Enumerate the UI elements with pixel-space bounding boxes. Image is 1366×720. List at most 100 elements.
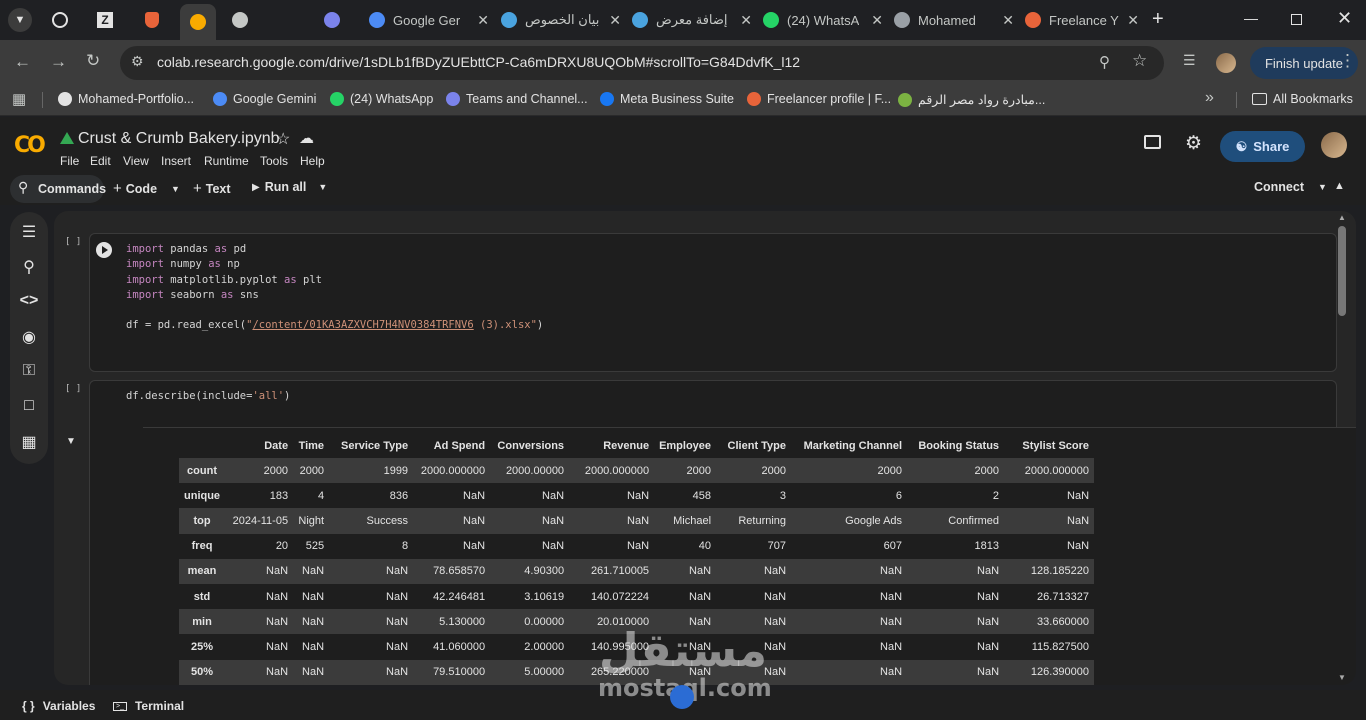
all-bookmarks-folder[interactable]: All Bookmarks — [1252, 92, 1353, 106]
zendesk-icon[interactable]: Z — [97, 12, 113, 28]
chevron-down-icon[interactable]: ▼ — [171, 184, 180, 194]
star-icon[interactable]: ☆ — [276, 129, 290, 149]
table-row: unique 183 4 836 NaN NaN NaN 458 3 6 2 NaN — [179, 483, 1094, 508]
terminal-button[interactable]: >_ Terminal — [113, 699, 184, 713]
menu-edit[interactable]: Edit — [90, 154, 111, 168]
scroll-up-icon[interactable]: ▲ — [1338, 213, 1346, 222]
column-header: Ad Spend — [433, 440, 486, 452]
close-tab-icon[interactable]: ✕ — [740, 12, 752, 29]
menu-tools[interactable]: Tools — [260, 154, 288, 168]
column-header: Conversions — [497, 440, 565, 452]
bookmark-item[interactable]: Google Gemini — [213, 92, 316, 106]
close-tab-icon[interactable]: ✕ — [477, 12, 489, 29]
browser-tab[interactable]: بيان الخصوص ✕ — [499, 6, 621, 34]
media-controls-icon[interactable]: ☰ — [1183, 52, 1196, 69]
bookmark-item[interactable]: مبادرة رواد مصر الرقم... — [898, 92, 1045, 107]
share-button[interactable]: ☯ Share — [1220, 131, 1305, 162]
code-cell[interactable]: import pandas as pd import numpy as np i… — [89, 233, 1337, 372]
close-tab-icon[interactable]: ✕ — [1127, 12, 1139, 29]
forward-arrow-icon[interactable]: → — [50, 52, 67, 72]
browser-tab[interactable]: Mohamed ✕ — [892, 6, 1014, 34]
secrets-key-icon[interactable]: ⚿ — [19, 362, 39, 382]
table-cell: 5.00000 — [490, 659, 570, 685]
new-tab-button[interactable]: + — [1152, 8, 1164, 31]
blue-circle-icon — [632, 12, 648, 28]
profile-avatar[interactable] — [1216, 53, 1236, 73]
colab-logo[interactable]: CO — [14, 133, 46, 158]
account-avatar[interactable] — [1321, 132, 1347, 158]
settings-gear-icon[interactable]: ⚙ — [1185, 132, 1202, 155]
tab-search-button[interactable]: ▼ — [8, 8, 32, 32]
minimize-button[interactable]: — — [1244, 10, 1258, 26]
browser-tab[interactable]: (24) WhatsA ✕ — [761, 6, 883, 34]
notebook-scrollbar[interactable] — [1338, 226, 1346, 316]
browser-tab[interactable] — [230, 6, 266, 34]
code-editor[interactable]: import pandas as pd import numpy as np i… — [126, 242, 543, 334]
scroll-down-icon[interactable]: ▼ — [1338, 673, 1346, 682]
more-menu-icon[interactable]: ⋮ — [1339, 51, 1356, 71]
menu-help[interactable]: Help — [300, 154, 325, 168]
run-cell-button[interactable] — [96, 242, 112, 258]
back-arrow-icon[interactable]: ← — [14, 52, 31, 72]
tab-title: Freelance Y — [1049, 12, 1119, 28]
more-bookmarks-icon[interactable]: » — [1205, 89, 1214, 107]
zoom-search-icon[interactable]: ⚲ — [1099, 53, 1110, 71]
close-tab-icon[interactable]: ✕ — [1002, 12, 1014, 29]
drive-icon — [60, 132, 74, 144]
connect-label: Connect — [1254, 180, 1304, 194]
browser-tab[interactable] — [180, 4, 216, 40]
collapse-header-icon[interactable]: ▲ — [1334, 180, 1345, 192]
table-cell: NaN — [907, 609, 1005, 635]
chatgpt-icon[interactable] — [52, 12, 68, 28]
chevron-down-icon[interactable]: ▼ — [318, 182, 327, 192]
chevron-down-icon[interactable]: ▼ — [1318, 182, 1327, 192]
variables-button[interactable]: { } Variables — [22, 699, 95, 713]
restore-button[interactable] — [1291, 14, 1302, 25]
browser-tab[interactable]: إضافة معرض ✕ — [630, 6, 752, 34]
files-folder-icon[interactable]: □ — [19, 397, 39, 417]
address-bar[interactable]: ⚙ colab.research.google.com/drive/1sDLb1… — [120, 46, 1164, 80]
menu-file[interactable]: File — [60, 154, 79, 168]
table-cell: NaN — [907, 558, 1005, 584]
add-text-button[interactable]: + Text — [193, 180, 231, 197]
variable-inspector-icon[interactable]: ◉ — [19, 327, 39, 347]
close-tab-icon[interactable]: ✕ — [871, 12, 883, 29]
menu-view[interactable]: View — [123, 154, 149, 168]
brave-icon[interactable] — [145, 12, 159, 28]
bookmark-item[interactable]: Meta Business Suite — [600, 92, 734, 106]
commands-button[interactable]: ⚲ Commands — [10, 175, 106, 203]
data-table-icon[interactable]: ▦ — [19, 432, 39, 452]
colab-logo-icon — [190, 14, 206, 30]
browser-tab[interactable]: Freelance Y ✕ — [1023, 6, 1139, 34]
run-all-button[interactable]: ▶ Run all ▼ — [252, 180, 327, 194]
code-editor[interactable]: df.describe(include='all') — [126, 389, 290, 404]
apps-grid-icon[interactable]: ▦ — [12, 90, 26, 108]
table-row: freq 20 525 8 NaN NaN NaN 40 707 607 1813 NaN — [179, 534, 1094, 559]
close-tab-icon[interactable]: ✕ — [609, 12, 621, 29]
bookmark-item[interactable]: Mohamed-Portfolio... — [58, 92, 194, 106]
url-text[interactable]: colab.research.google.com/drive/1sDLb1fB… — [157, 54, 800, 70]
bookmark-item[interactable]: Teams and Channel... — [446, 92, 588, 106]
cloud-saved-icon[interactable]: ☁ — [299, 129, 314, 147]
connect-button[interactable]: Connect ▼ — [1254, 180, 1327, 194]
code-snippets-icon[interactable]: <> — [19, 292, 39, 312]
comment-icon[interactable] — [1144, 135, 1161, 149]
play-icon: ▶ — [252, 181, 260, 193]
table-cell: 6 — [895, 489, 903, 502]
notebook-title[interactable]: Crust & Crumb Bakery.ipynb — [78, 130, 280, 148]
close-window-button[interactable]: ✕ — [1337, 8, 1352, 29]
site-settings-icon[interactable]: ⚙ — [131, 53, 144, 70]
table-of-contents-icon[interactable]: ☰ — [19, 222, 39, 242]
find-replace-icon[interactable]: ⚲ — [19, 257, 39, 277]
bookmark-item[interactable]: Freelancer profile | F... — [747, 92, 891, 106]
browser-tab[interactable] — [322, 6, 358, 34]
bookmark-star-icon[interactable]: ☆ — [1132, 51, 1147, 71]
menu-runtime[interactable]: Runtime — [204, 154, 249, 168]
bookmark-item[interactable]: (24) WhatsApp — [330, 92, 433, 106]
add-code-button[interactable]: + Code ▼ — [113, 180, 180, 197]
browser-tab[interactable]: Google Ger ✕ — [367, 6, 489, 34]
tab-title: بيان الخصوص — [525, 12, 600, 27]
menu-insert[interactable]: Insert — [161, 154, 191, 168]
collapse-output-icon[interactable]: ▼ — [66, 436, 76, 447]
reload-icon[interactable]: ↻ — [86, 51, 100, 71]
